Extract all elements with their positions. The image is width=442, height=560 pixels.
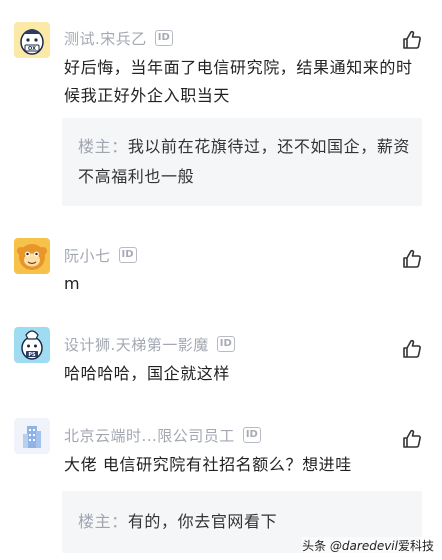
ps-mask-avatar-icon: PS — [14, 327, 50, 363]
svg-text:PS: PS — [28, 352, 36, 358]
author-row: 北京云端时...限公司员工 ID — [64, 424, 261, 446]
reply-text: 楼主：有的，你去官网看下 — [78, 507, 410, 537]
id-badge: ID — [216, 336, 235, 352]
reply-content: 我以前在花旗待过，还不如国企，薪资不高福利也一般 — [78, 137, 411, 186]
comment-text: 大佬 电信研究院有社招名额么？想进哇 — [64, 455, 352, 474]
orange-monkey-avatar-icon — [14, 238, 50, 274]
avatar[interactable] — [14, 418, 50, 454]
avatar[interactable]: PS — [14, 327, 50, 363]
author-name[interactable]: 北京云端时...限公司员工 — [64, 425, 235, 446]
reply-owner-label: 楼主： — [78, 137, 128, 156]
reply-box[interactable]: 楼主：我以前在花旗待过，还不如国企，薪资不高福利也一般 — [62, 118, 422, 206]
like-thumb-icon[interactable] — [402, 339, 422, 359]
id-badge: ID — [242, 427, 261, 443]
author-row: 测试.宋兵乙 ID — [64, 27, 173, 49]
ox-mask-avatar-icon: OX — [14, 22, 50, 58]
reply-owner-label: 楼主： — [78, 512, 128, 531]
author-name[interactable]: 测试.宋兵乙 — [64, 28, 147, 49]
avatar[interactable]: OX — [14, 22, 50, 58]
watermark-suffix: 爱科技 — [397, 539, 434, 553]
reply-content: 有的，你去官网看下 — [127, 512, 278, 531]
id-badge: ID — [118, 247, 137, 263]
watermark: 头条 @daredevil爱科技 — [302, 537, 434, 554]
like-thumb-icon[interactable] — [402, 249, 422, 269]
comment-text: m — [64, 274, 81, 293]
author-name[interactable]: 设计狮.天梯第一影魔 — [64, 334, 209, 355]
svg-text:OX: OX — [28, 46, 36, 52]
avatar[interactable] — [14, 238, 50, 274]
like-thumb-icon[interactable] — [402, 30, 422, 50]
comment-text: 好后悔，当年面了电信研究院，结果通知来的时候我正好外企入职当天 — [64, 58, 413, 105]
author-row: 设计狮.天梯第一影魔 ID — [64, 333, 235, 355]
author-row: 阮小七 ID — [64, 244, 137, 266]
building-avatar-icon — [14, 418, 50, 454]
like-thumb-icon[interactable] — [402, 429, 422, 449]
comment-text: 哈哈哈哈，国企就这样 — [64, 364, 231, 383]
reply-text: 楼主：我以前在花旗待过，还不如国企，薪资不高福利也一般 — [78, 132, 410, 192]
id-badge: ID — [154, 30, 173, 46]
watermark-prefix: 头条 — [302, 539, 330, 553]
watermark-handle: @daredevil — [329, 539, 398, 553]
author-name[interactable]: 阮小七 — [64, 245, 111, 266]
